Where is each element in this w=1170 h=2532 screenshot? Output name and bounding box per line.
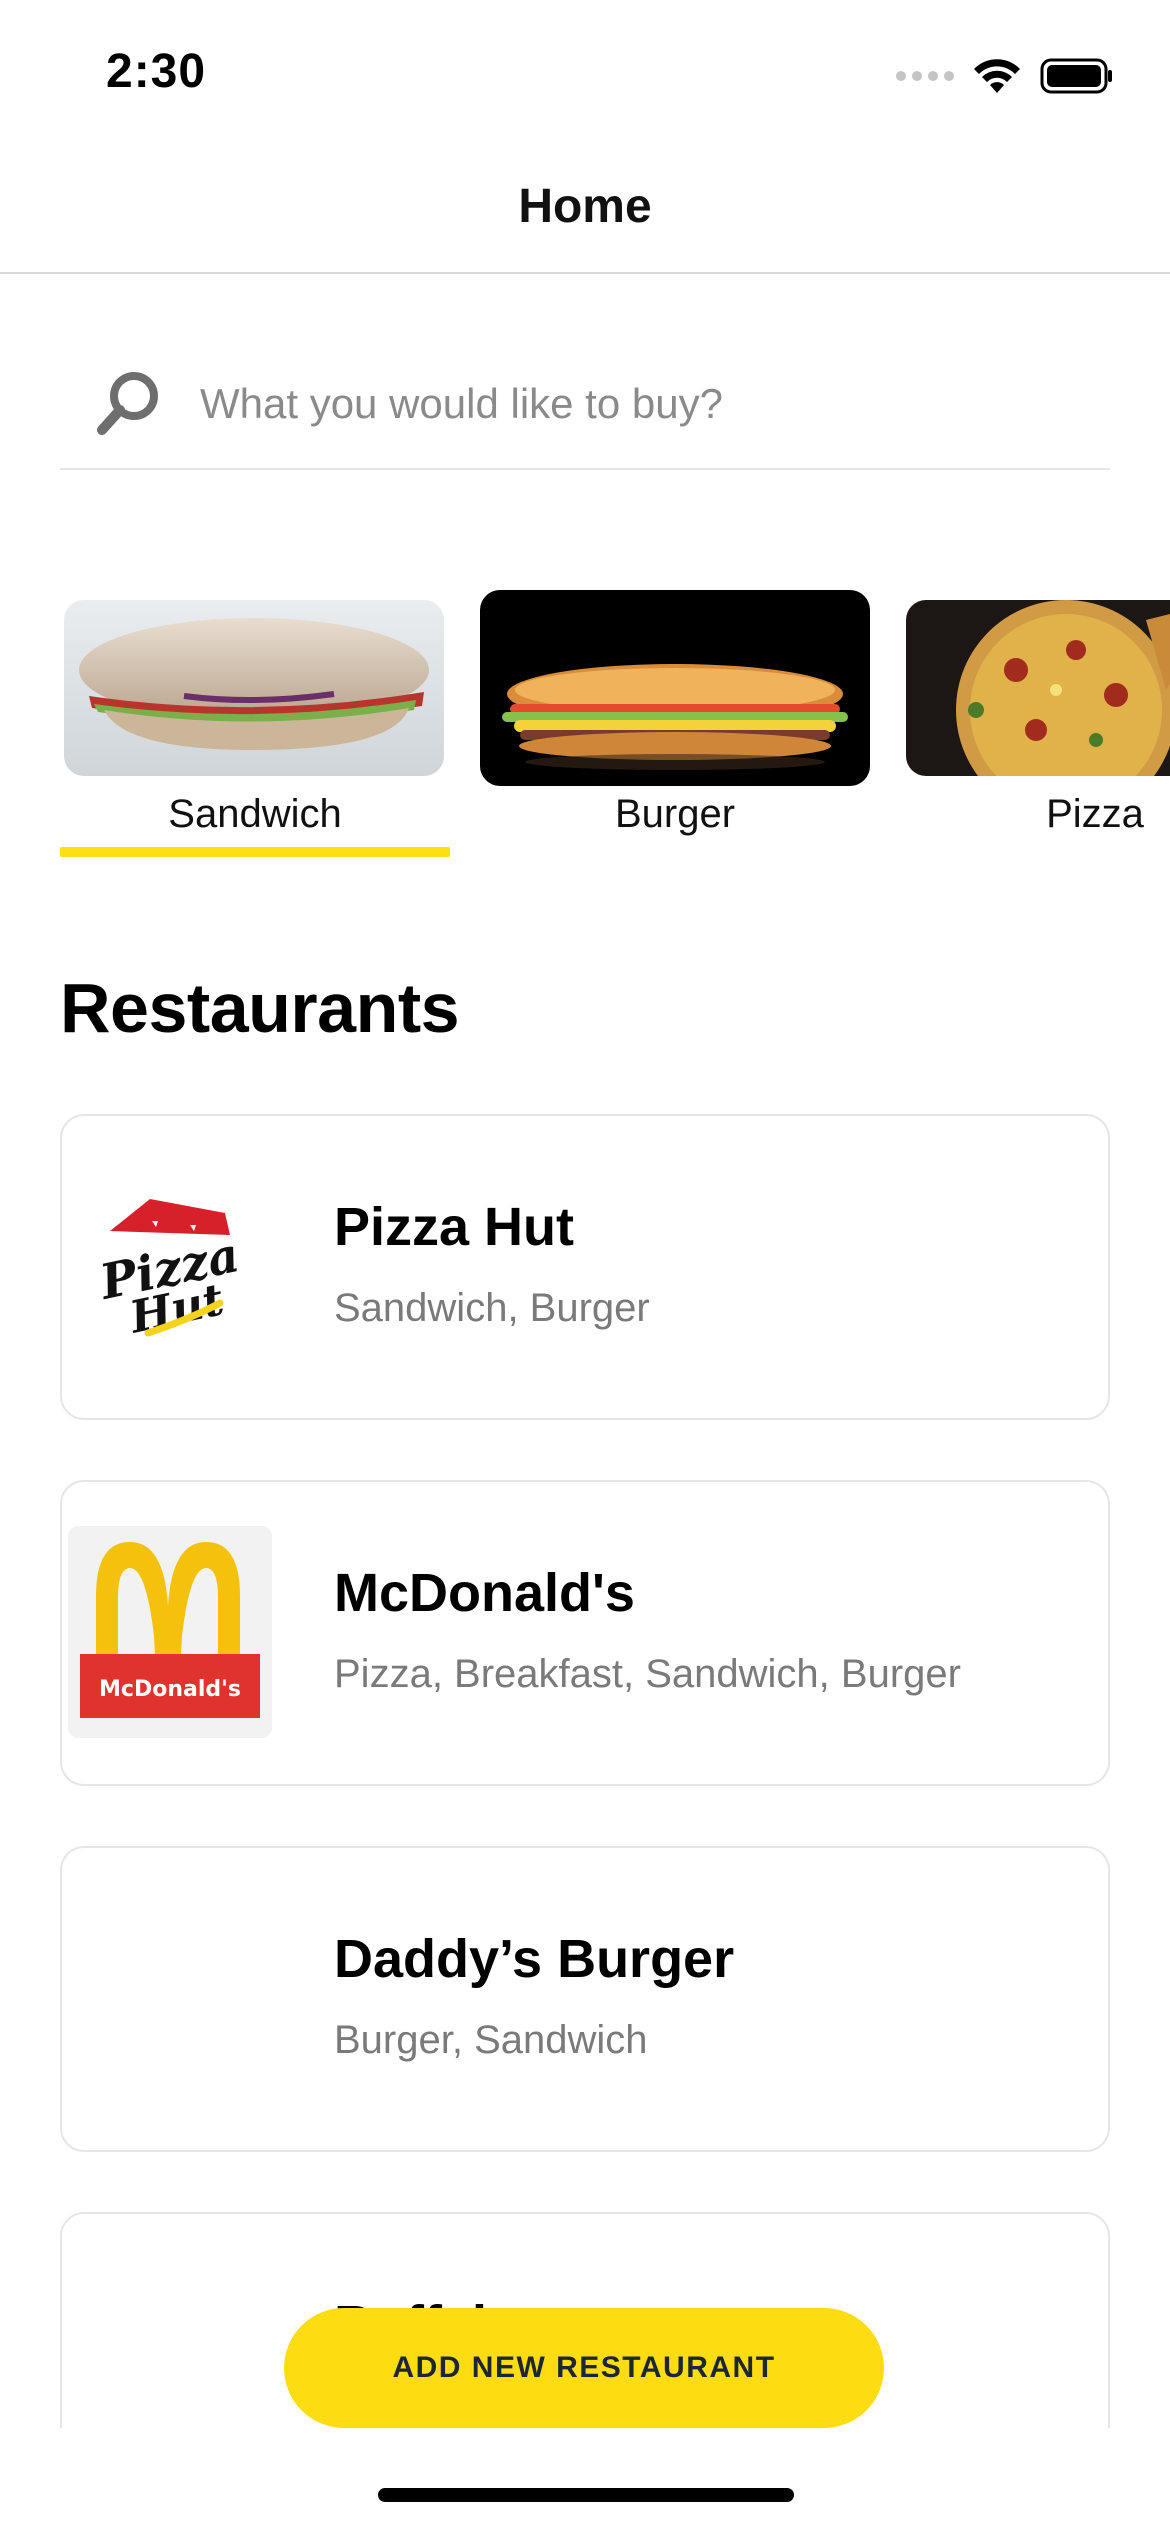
svg-text:McDonald's: McDonald's <box>99 1677 241 1702</box>
category-label: Sandwich <box>168 792 342 836</box>
category-label: Pizza <box>1046 792 1144 836</box>
search-bar[interactable] <box>60 340 1110 470</box>
category-label: Burger <box>614 792 736 836</box>
search-input[interactable] <box>200 380 1080 428</box>
restaurant-card[interactable]: McDonald's McDonald's Pizza, Breakfast, … <box>60 1480 1110 1786</box>
category-burger[interactable]: Burger <box>480 590 870 850</box>
restaurants-heading: Restaurants <box>60 969 460 1047</box>
status-icons <box>896 52 1114 100</box>
home-indicator[interactable] <box>378 2488 794 2502</box>
mcdonalds-logo: McDonald's <box>68 1526 272 1738</box>
selected-category-indicator <box>60 847 450 857</box>
restaurant-categories: Sandwich, Burger <box>334 1286 650 1330</box>
battery-icon <box>1040 58 1114 94</box>
sandwich-image <box>64 600 444 776</box>
restaurant-name: Daddy’s Burger <box>334 1929 735 1989</box>
bottom-safe-area <box>0 2428 1170 2532</box>
add-new-restaurant-button[interactable]: ADD NEW RESTAURANT <box>284 2308 884 2428</box>
category-carousel[interactable]: Sandwich Burger Pizza <box>0 580 1170 860</box>
restaurant-logo-placeholder <box>68 1892 272 2104</box>
status-bar: 2:30 <box>0 0 1170 140</box>
restaurant-name: McDonald's <box>334 1563 635 1623</box>
restaurant-categories: Burger, Sandwich <box>334 2018 648 2062</box>
restaurant-name: Pizza Hut <box>334 1197 575 1257</box>
restaurant-card[interactable]: Daddy’s Burger Burger, Sandwich <box>60 1846 1110 2152</box>
search-icon <box>80 356 176 452</box>
status-time: 2:30 <box>106 45 207 98</box>
category-sandwich[interactable]: Sandwich <box>60 590 450 857</box>
restaurant-card[interactable]: Pizza Hut Pizza Hut Sandwich, Burger <box>60 1114 1110 1420</box>
restaurant-categories: Pizza, Breakfast, Sandwich, Burger <box>334 1652 961 1696</box>
page-title: Home <box>518 179 652 233</box>
pizza-hut-logo: Pizza Hut <box>68 1160 272 1372</box>
burger-image <box>480 590 870 786</box>
category-pizza[interactable]: Pizza <box>900 590 1170 850</box>
navigation-bar: Home <box>0 140 1170 274</box>
signal-dots-icon <box>896 71 954 81</box>
wifi-icon <box>972 57 1022 95</box>
pizza-image <box>906 600 1170 776</box>
